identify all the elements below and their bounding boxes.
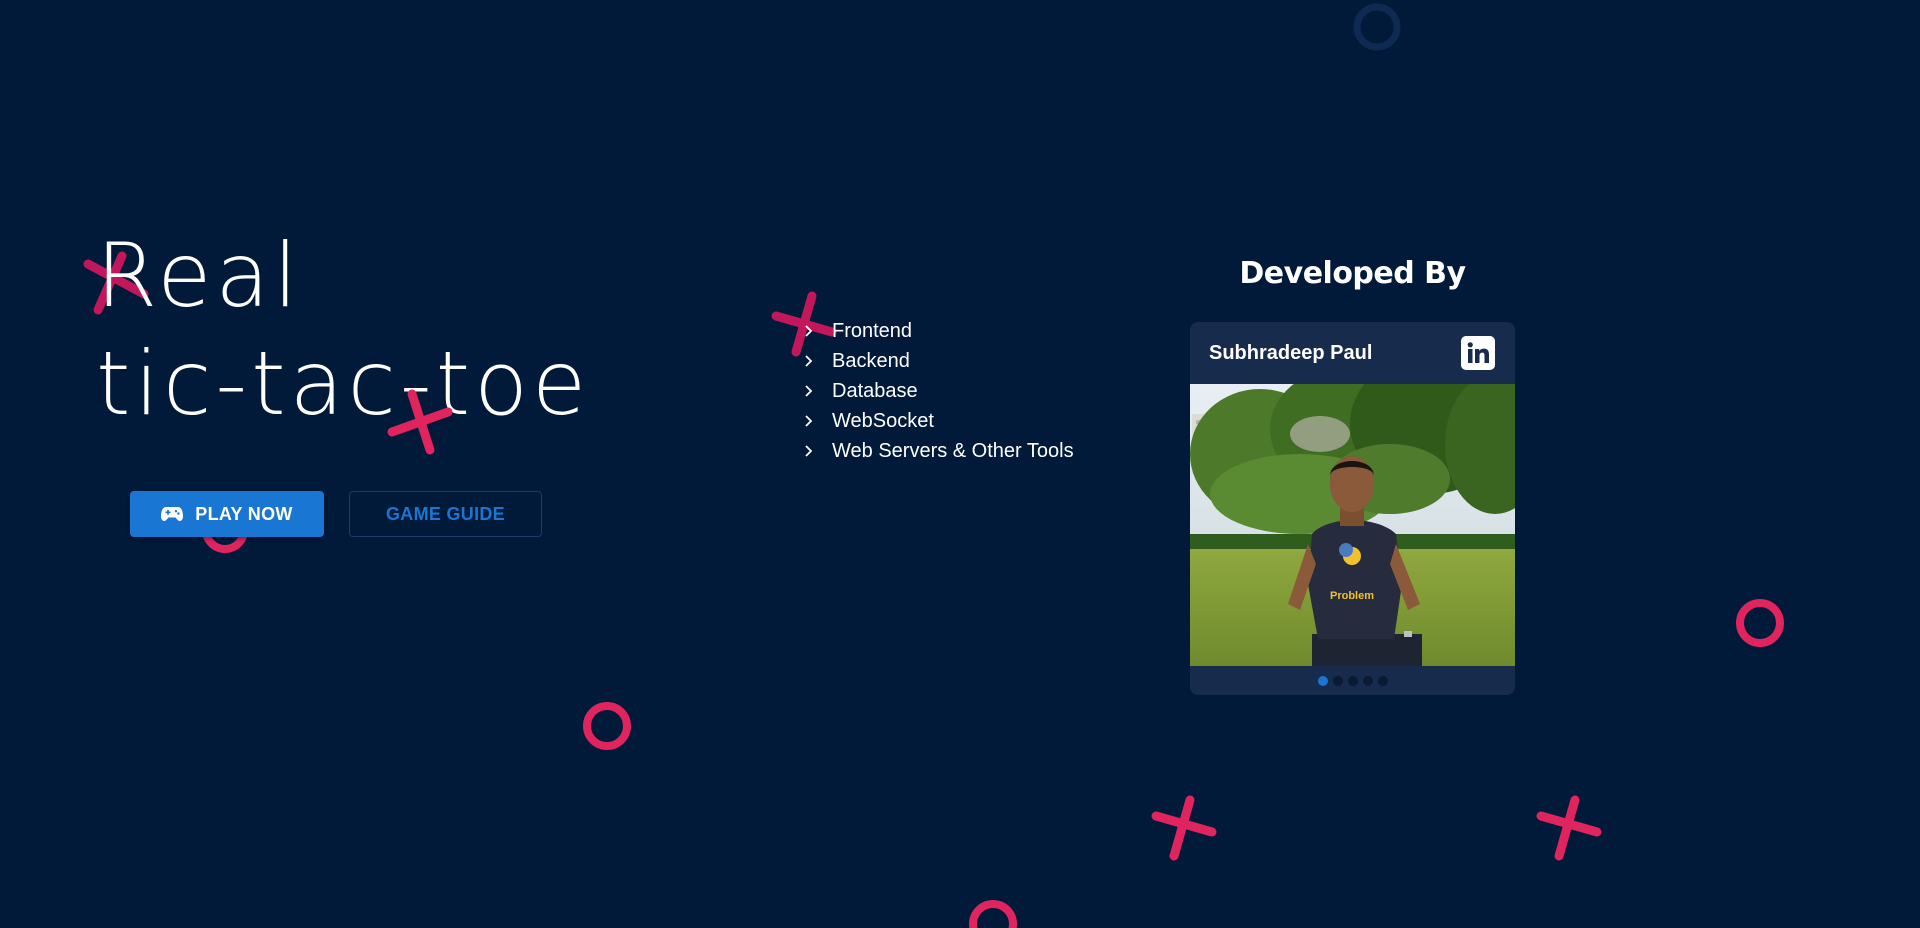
- developer-card: Subhradeep Paul Problem: [1190, 322, 1515, 695]
- tech-item-label: Frontend: [832, 319, 913, 342]
- circle-shape-icon: [581, 700, 633, 752]
- chevron-right-icon: [804, 385, 832, 397]
- developer-photo: Problem: [1190, 384, 1515, 666]
- tech-item-label: Backend: [832, 349, 910, 372]
- hero-title-line-2: tic-tac-toe: [96, 332, 591, 435]
- developed-by-heading: Developed By: [1239, 256, 1466, 291]
- play-now-button[interactable]: PLAY NOW: [130, 491, 324, 537]
- tech-item-frontend[interactable]: Frontend: [800, 316, 1074, 346]
- carousel-dot-2[interactable]: [1332, 675, 1343, 686]
- tech-stack-list: Frontend Backend Database WebSocket Web …: [800, 316, 1074, 466]
- developer-card-header: Subhradeep Paul: [1190, 322, 1515, 384]
- chevron-right-icon: [804, 445, 832, 457]
- carousel-dot-4[interactable]: [1362, 675, 1373, 686]
- gamepad-icon: [161, 506, 184, 522]
- chevron-right-icon: [804, 415, 832, 427]
- carousel-dot-5[interactable]: [1377, 675, 1388, 686]
- circle-shape-icon: [1734, 597, 1786, 649]
- tech-item-websocket[interactable]: WebSocket: [800, 406, 1074, 436]
- carousel-dot-1[interactable]: [1317, 675, 1328, 686]
- hero-title-line-1: Real: [96, 224, 302, 327]
- developer-name: Subhradeep Paul: [1209, 341, 1373, 364]
- carousel-dot-3[interactable]: [1347, 675, 1358, 686]
- game-guide-label: GAME GUIDE: [385, 503, 505, 524]
- game-guide-button[interactable]: GAME GUIDE: [349, 491, 542, 537]
- chevron-right-icon: [804, 325, 832, 337]
- tech-item-backend[interactable]: Backend: [800, 346, 1074, 376]
- tech-item-database[interactable]: Database: [800, 376, 1074, 406]
- circle-shape-icon: [1352, 2, 1402, 52]
- photo-shirt-text: Problem: [1330, 590, 1374, 602]
- tech-item-label: Web Servers & Other Tools: [832, 439, 1074, 462]
- play-now-label: PLAY NOW: [195, 503, 293, 524]
- circle-shape-icon: [967, 898, 1019, 928]
- cross-shape-icon: [386, 386, 456, 456]
- landing-page: Real tic-tac-toe PLAY NOW GAME GUIDE Fro…: [0, 0, 1920, 928]
- cross-shape-icon: [1148, 792, 1218, 862]
- tech-item-label: Database: [832, 379, 918, 402]
- carousel-dots: [1190, 666, 1515, 695]
- tech-item-label: WebSocket: [832, 409, 934, 432]
- tech-item-web-servers[interactable]: Web Servers & Other Tools: [800, 436, 1074, 466]
- hero-title: Real tic-tac-toe: [96, 222, 590, 438]
- chevron-right-icon: [804, 355, 832, 367]
- cross-shape-icon: [1533, 792, 1603, 862]
- linkedin-icon[interactable]: [1461, 336, 1495, 370]
